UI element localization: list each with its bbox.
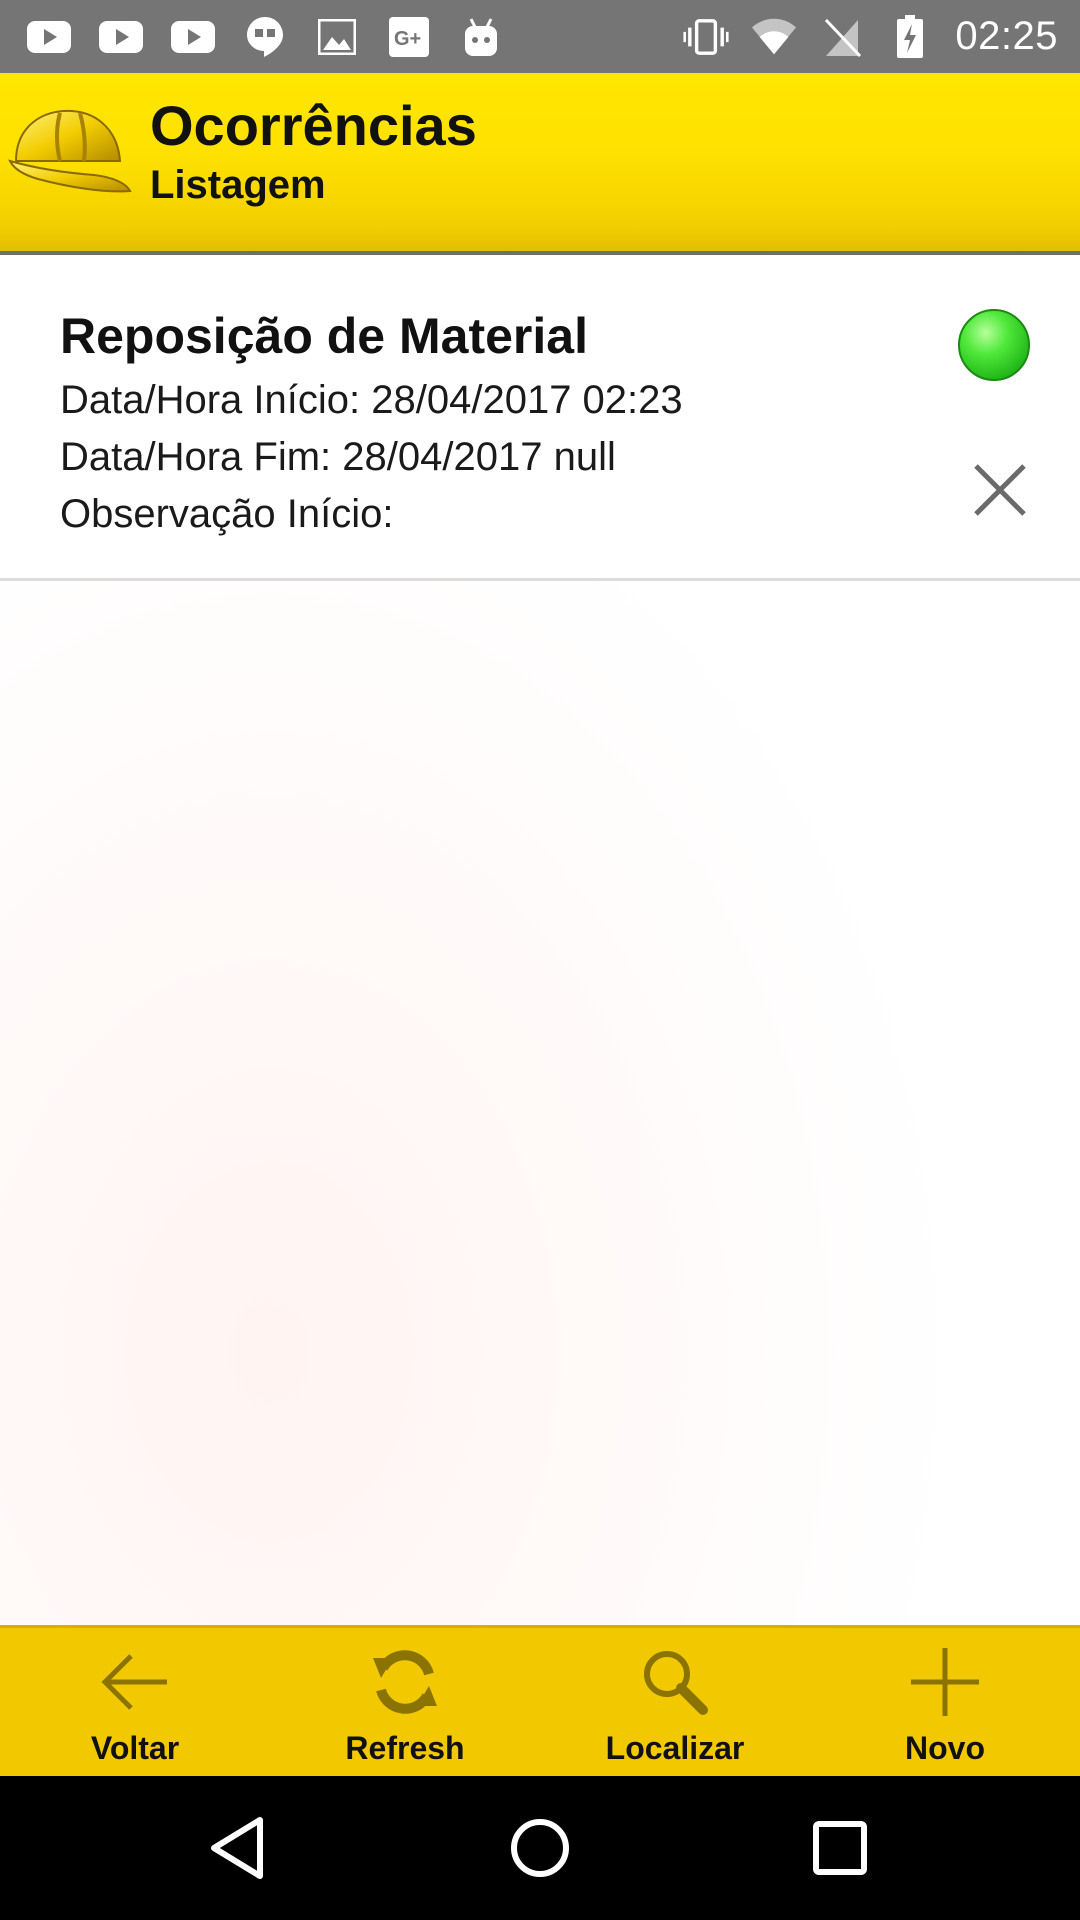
svg-text:G+: G+ xyxy=(394,28,421,50)
refresh-label: Refresh xyxy=(345,1730,465,1766)
back-label: Voltar xyxy=(90,1730,180,1766)
refresh-icon xyxy=(367,1644,443,1720)
wifi-icon xyxy=(751,14,797,60)
youtube-icon xyxy=(170,14,216,60)
item-end-datetime: Data/Hora Fim: 28/04/2017 null xyxy=(60,435,616,479)
arrow-left-icon xyxy=(97,1644,173,1720)
battery-charging-icon xyxy=(887,14,933,60)
hangouts-icon xyxy=(242,14,288,60)
search-label: Localizar xyxy=(605,1730,745,1766)
occurrence-list: Reposição de Material Data/Hora Início: … xyxy=(0,259,1080,1625)
navigation-bar xyxy=(0,1776,1080,1920)
notification-icons: G+ xyxy=(26,0,504,73)
bottom-toolbar: Voltar Refresh Localizar Novo xyxy=(0,1625,1080,1776)
youtube-icon xyxy=(26,14,72,60)
recents-icon[interactable] xyxy=(804,1812,876,1884)
google-plus-icon: G+ xyxy=(386,14,432,60)
vibrate-icon xyxy=(683,14,729,60)
item-start-datetime: Data/Hora Início: 28/04/2017 02:23 xyxy=(60,378,683,422)
search-button[interactable]: Localizar xyxy=(540,1628,810,1776)
add-label: Novo xyxy=(905,1730,985,1766)
list-item[interactable]: Reposição de Material Data/Hora Início: … xyxy=(0,259,1080,581)
gallery-icon xyxy=(314,14,360,60)
status-indicator-icon xyxy=(958,309,1030,381)
search-icon xyxy=(637,1644,713,1720)
app-header: Ocorrências Listagem xyxy=(0,73,1080,255)
refresh-button[interactable]: Refresh xyxy=(270,1628,540,1776)
android-icon xyxy=(458,14,504,60)
home-icon[interactable] xyxy=(504,1812,576,1884)
page-subtitle: Listagem xyxy=(150,163,326,207)
status-time: 02:25 xyxy=(955,14,1058,58)
hard-hat-icon xyxy=(8,99,132,199)
plus-icon xyxy=(907,1644,983,1720)
status-bar: G+ 02:25 xyxy=(0,0,1080,73)
add-button[interactable]: Novo xyxy=(810,1628,1080,1776)
back-icon[interactable] xyxy=(204,1812,276,1884)
item-observation: Observação Início: xyxy=(60,492,394,536)
close-icon[interactable] xyxy=(970,460,1030,520)
back-button[interactable]: Voltar xyxy=(0,1628,270,1776)
item-title: Reposição de Material xyxy=(60,308,588,364)
page-title: Ocorrências xyxy=(150,94,477,157)
youtube-icon xyxy=(98,14,144,60)
no-sim-icon xyxy=(819,14,865,60)
system-icons: 02:25 xyxy=(683,0,1058,73)
